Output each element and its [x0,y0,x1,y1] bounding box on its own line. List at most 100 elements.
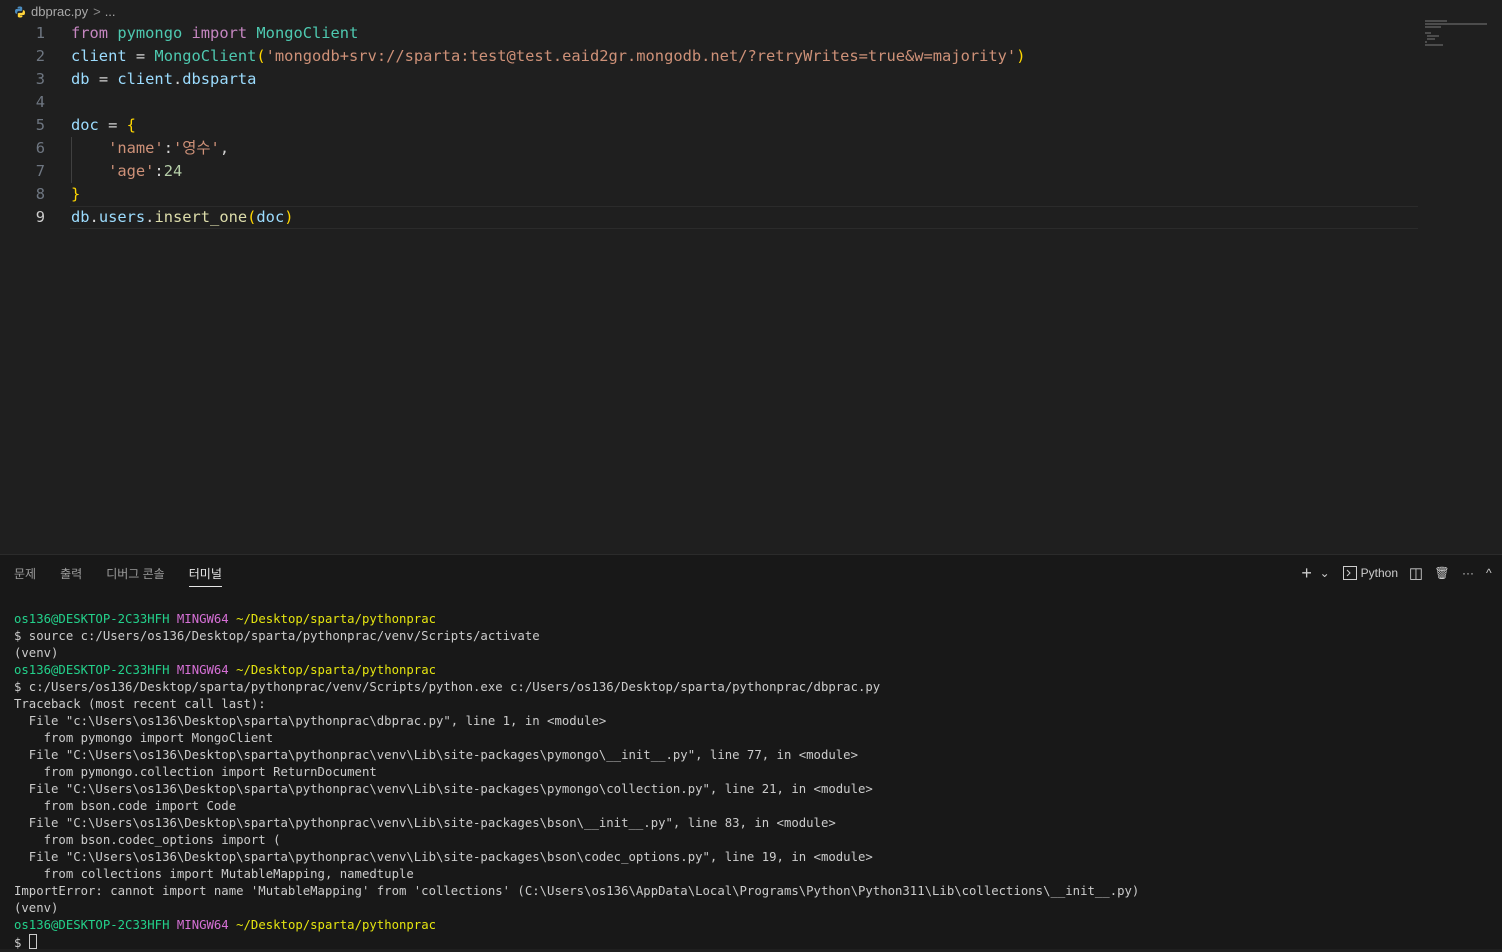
terminal-line: File "C:\Users\os136\Desktop\sparta\pyth… [14,747,1492,764]
terminal-text: File "C:\Users\os136\Desktop\sparta\pyth… [14,850,873,864]
line-number: 8 [35,185,45,203]
code-line[interactable]: 9 db.users.insert_one(doc) [0,206,1420,229]
terminal-line: $ source c:/Users/os136/Desktop/sparta/p… [14,628,1492,645]
terminal-output[interactable]: os136@DESKTOP-2C33HFH MINGW64 ~/Desktop/… [14,611,1492,951]
code-token: ( [247,208,257,226]
code-text[interactable]: doc = { [71,114,136,137]
code-line[interactable]: 6 'name':'영수', [0,137,1420,160]
panel-tab[interactable]: 출력 [60,565,82,587]
code-line[interactable]: 3 db = client.dbsparta [0,68,1420,91]
terminal-text: os136@DESKTOP-2C33HFH [14,663,170,677]
minimap[interactable] [1425,20,1495,50]
code-text[interactable]: db.users.insert_one(doc) [71,206,294,229]
terminal-text: File "C:\Users\os136\Desktop\sparta\pyth… [14,782,873,796]
code-token: MongoClient [154,47,257,65]
code-line[interactable]: 2 client = MongoClient('mongodb+srv://spa… [0,45,1420,68]
code-token: . [172,70,183,88]
panel-tab[interactable]: 디버그 콘솔 [106,565,165,587]
code-token: doc [256,208,285,226]
panel-tab[interactable]: 터미널 [188,565,222,587]
split-icon: ◫ [1408,565,1424,582]
terminal-icon [1342,566,1357,580]
line-number: 1 [35,24,45,42]
kill-terminal-button[interactable]: 🗑 [1434,563,1450,583]
terminal-text: MINGW64 [176,918,229,932]
code-token: pymongo [117,24,183,42]
panel-tab[interactable]: 문제 [14,565,36,587]
code-token: doc [71,116,99,134]
breadcrumb-more[interactable]: ... [105,4,116,19]
code-token: client [71,47,127,65]
code-line[interactable]: 7 'age':24 [0,160,1420,183]
code-lines[interactable]: 1 from pymongo import MongoClient 2 client … [0,22,1420,229]
code-token: ) [284,208,294,226]
terminal-text: File "C:\Users\os136\Desktop\sparta\pyth… [14,816,836,830]
code-token: = [98,116,127,134]
code-token: from [71,24,109,42]
code-token: dbsparta [182,70,257,88]
code-token: 'age' [108,162,155,180]
code-token: : [163,139,173,157]
code-token: users [98,208,146,226]
terminal-text: from pymongo.collection import ReturnDoc… [14,765,377,779]
terminal-line: from pymongo.collection import ReturnDoc… [14,764,1492,781]
code-token: = [126,47,155,65]
chevron-down-icon: ⌄ [1319,566,1330,580]
code-token: '영수' [172,139,220,157]
line-number: 9 [35,208,45,226]
code-text[interactable]: 'age':24 [71,160,182,183]
code-text[interactable]: db = client.dbsparta [71,68,256,91]
line-number: 5 [35,116,45,134]
terminal-cursor [28,934,37,949]
terminal-text: ~/Desktop/sparta/pythonprac [236,663,437,677]
code-line[interactable]: 4 [0,91,1420,114]
terminal-line: (venv) [14,900,1492,917]
split-terminal-button[interactable]: ◫ [1408,563,1424,583]
line-number: 3 [35,70,45,88]
chevron-up-icon: ^ [1486,566,1492,580]
new-terminal-button[interactable]: + [1299,563,1315,583]
code-token: 'mongodb+srv://sparta:test@test.eaid2gr.… [265,47,1017,65]
code-line[interactable]: 8} [0,183,1420,206]
breadcrumb[interactable]: dbprac.py > ... [14,3,116,20]
code-text[interactable]: } [71,183,80,206]
line-number: 4 [35,93,45,111]
code-token: 'name' [108,139,164,157]
more-actions-button[interactable]: ··· [1460,563,1476,583]
terminal-text: ~/Desktop/sparta/pythonprac [236,612,437,626]
terminal-text: os136@DESKTOP-2C33HFH [14,918,170,932]
terminal-selector[interactable]: Python [1342,563,1398,583]
code-line[interactable]: 5 doc = { [0,114,1420,137]
maximize-panel-button[interactable]: ^ [1486,563,1502,583]
line-number: 6 [35,139,45,157]
terminal-line: $ c:/Users/os136/Desktop/sparta/pythonpr… [14,679,1492,696]
code-text[interactable]: 'name':'영수', [71,137,229,160]
code-text[interactable]: client = MongoClient('mongodb+srv://spar… [71,45,1025,68]
terminal-text: $ source c:/Users/os136/Desktop/sparta/p… [14,629,540,643]
terminal-name: Python [1360,566,1398,580]
terminal-line: from collections import MutableMapping, … [14,866,1492,883]
bottom-panel: 문제 출력 디버그 콘솔 터미널 + ⌄ Python ◫ 🗑 ··· ^ os136… [0,554,1502,951]
terminal-text: (venv) [14,901,59,915]
line-number: 7 [35,162,45,180]
terminal-line: from pymongo import MongoClient [14,730,1492,747]
breadcrumb-file[interactable]: dbprac.py [31,4,88,19]
terminal-prompt[interactable]: $ [14,934,1492,951]
terminal-line: os136@DESKTOP-2C33HFH MINGW64 ~/Desktop/… [14,917,1492,934]
terminal-text: Traceback (most recent call last): [14,697,266,711]
trash-icon: 🗑 [1434,566,1450,580]
code-line[interactable]: 1 from pymongo import MongoClient [0,22,1420,45]
code-token: 24 [163,162,183,180]
terminal-dropdown-button[interactable]: ⌄ [1317,563,1333,583]
editor-area[interactable]: dbprac.py > ... 1 from pymongo import Mon… [0,0,1502,554]
code-text[interactable]: from pymongo import MongoClient [71,22,358,45]
code-token: db [71,208,90,226]
terminal-line: os136@DESKTOP-2C33HFH MINGW64 ~/Desktop/… [14,611,1492,628]
code-token: = [89,70,118,88]
terminal-line: (venv) [14,645,1492,662]
terminal-text: MINGW64 [176,612,229,626]
